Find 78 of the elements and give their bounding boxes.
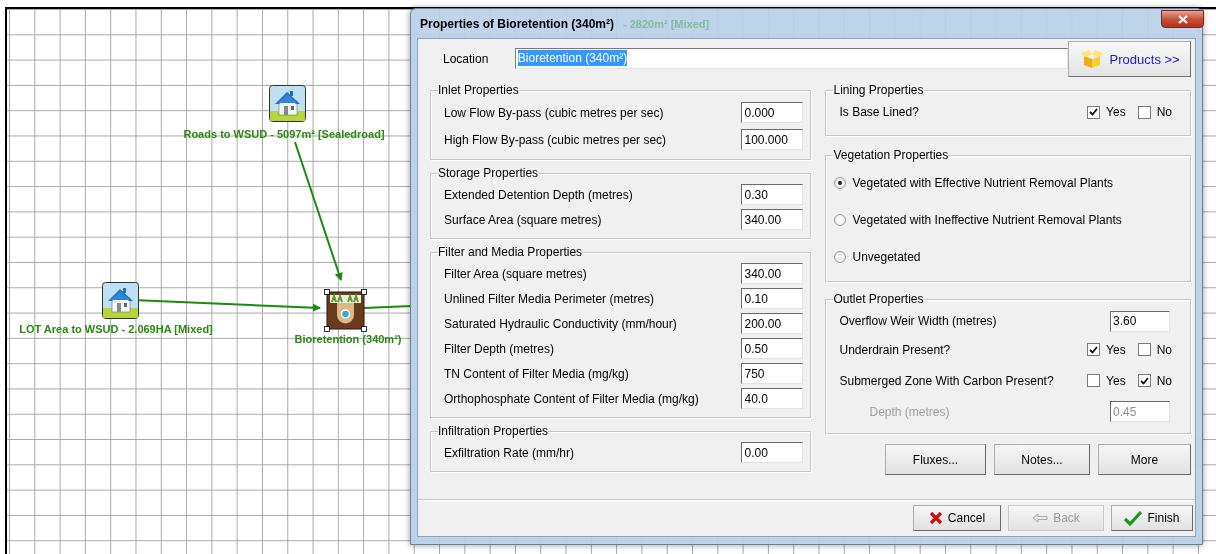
field-label: TN Content of Filter Media (mg/kg) bbox=[444, 366, 629, 381]
checkbox-label: No bbox=[1156, 105, 1172, 119]
checkbox-label: No bbox=[1156, 373, 1172, 388]
house-icon[interactable] bbox=[102, 282, 139, 319]
field-label: Low Flow By-pass (cubic metres per sec) bbox=[444, 105, 664, 120]
left-arrow-icon bbox=[1032, 513, 1049, 523]
node-label: LOT Area to WSUD - 2.069HA [Mixed] bbox=[19, 323, 213, 335]
tick-icon bbox=[1089, 345, 1099, 354]
field-label: Extended Detention Depth (metres) bbox=[444, 187, 633, 202]
node-label: Roads to WSUD - 5097m² [Sealedroad] bbox=[183, 128, 385, 140]
value-field[interactable]: 0.10 bbox=[741, 288, 804, 309]
connector-line bbox=[363, 305, 413, 309]
radio-label: Vegetated with Ineffective Nutrient Removal Plants bbox=[852, 212, 1122, 227]
field-label: Orthophosphate Content of Filter Media (mg/kg) bbox=[444, 391, 699, 406]
field-label: Depth (metres) bbox=[868, 404, 950, 419]
value-field[interactable]: 340.00 bbox=[741, 209, 804, 230]
action-button[interactable]: More bbox=[1098, 444, 1191, 475]
value-field[interactable]: 200.00 bbox=[741, 313, 804, 334]
value-field[interactable]: 3.60 bbox=[1110, 310, 1170, 332]
action-button[interactable]: Notes... bbox=[994, 444, 1090, 475]
group-title: Lining Properties bbox=[833, 83, 924, 97]
value-field[interactable]: 40.0 bbox=[741, 388, 804, 409]
checkbox[interactable] bbox=[1137, 343, 1151, 356]
checkbox[interactable] bbox=[1087, 105, 1101, 119]
products-button[interactable]: Products >> bbox=[1068, 41, 1191, 77]
group-title: Outlet Properties bbox=[833, 292, 924, 306]
radio-button[interactable] bbox=[834, 176, 847, 189]
group-title: Inlet Properties bbox=[438, 83, 519, 97]
wizard-button[interactable]: Finish bbox=[1111, 505, 1193, 531]
value-field[interactable]: 340.00 bbox=[741, 263, 804, 284]
group-title: Storage Properties bbox=[438, 166, 539, 180]
value-field[interactable]: 0.000 bbox=[741, 102, 804, 123]
group-title: Filter and Media Properties bbox=[438, 245, 583, 259]
group-title: Vegetation Properties bbox=[833, 148, 949, 162]
field-label: Saturated Hydraulic Conductivity (mm/hour) bbox=[444, 316, 677, 331]
value-field[interactable]: 0.30 bbox=[741, 184, 804, 205]
close-icon bbox=[1177, 14, 1188, 24]
radio-button[interactable] bbox=[834, 250, 847, 263]
field-label: Is Base Lined? bbox=[839, 105, 919, 119]
value-field[interactable]: 750 bbox=[741, 363, 804, 384]
checkmark-icon bbox=[1124, 510, 1143, 526]
bioretention-icon[interactable] bbox=[324, 289, 367, 332]
field-label: Underdrain Present? bbox=[839, 342, 951, 357]
radio-label: Unvegetated bbox=[852, 249, 921, 264]
node-label: Bioretention (340m²) bbox=[294, 333, 402, 345]
tick-icon bbox=[1089, 108, 1099, 116]
action-button[interactable]: Fluxes... bbox=[885, 444, 986, 475]
field-label: Surface Area (square metres) bbox=[444, 212, 602, 227]
checkbox-label: Yes bbox=[1106, 373, 1126, 388]
value-field[interactable]: 100.000 bbox=[741, 129, 804, 150]
field-label: Overflow Weir Width (metres) bbox=[839, 314, 997, 328]
field-label: Submerged Zone With Carbon Present? bbox=[839, 373, 1054, 388]
house-icon[interactable] bbox=[269, 85, 306, 122]
checkbox[interactable] bbox=[1087, 374, 1101, 387]
checkbox[interactable] bbox=[1137, 374, 1151, 387]
tick-icon bbox=[1139, 376, 1149, 385]
cross-icon bbox=[928, 511, 943, 525]
location-label: Location bbox=[442, 52, 490, 66]
field-label: Unlined Filter Media Perimeter (metres) bbox=[444, 291, 655, 306]
group-title: Infiltration Properties bbox=[438, 424, 549, 438]
window-title: Properties of Bioretention (340m²) bbox=[420, 16, 615, 31]
checkbox-label: Yes bbox=[1106, 342, 1126, 357]
checkbox-label: Yes bbox=[1106, 105, 1126, 119]
box-icon bbox=[1079, 49, 1104, 69]
field-label: Filter Depth (metres) bbox=[444, 341, 555, 356]
close-button[interactable] bbox=[1161, 10, 1204, 28]
value-field[interactable]: 0.50 bbox=[741, 338, 804, 359]
field-label: High Flow By-pass (cubic metres per sec) bbox=[444, 132, 667, 147]
radio-label: Vegetated with Effective Nutrient Removal Plants bbox=[852, 175, 1114, 190]
radio-button[interactable] bbox=[834, 213, 847, 226]
field-label: Exfiltration Rate (mm/hr) bbox=[444, 445, 575, 460]
checkbox-label: No bbox=[1156, 342, 1172, 357]
wizard-button[interactable]: Cancel bbox=[913, 505, 1001, 531]
field-label: Filter Area (square metres) bbox=[444, 266, 587, 281]
checkbox[interactable] bbox=[1087, 343, 1101, 356]
node-label: - 2820m² [Mixed] bbox=[623, 18, 710, 30]
value-field[interactable]: 0.00 bbox=[741, 442, 804, 463]
checkbox[interactable] bbox=[1137, 105, 1151, 119]
